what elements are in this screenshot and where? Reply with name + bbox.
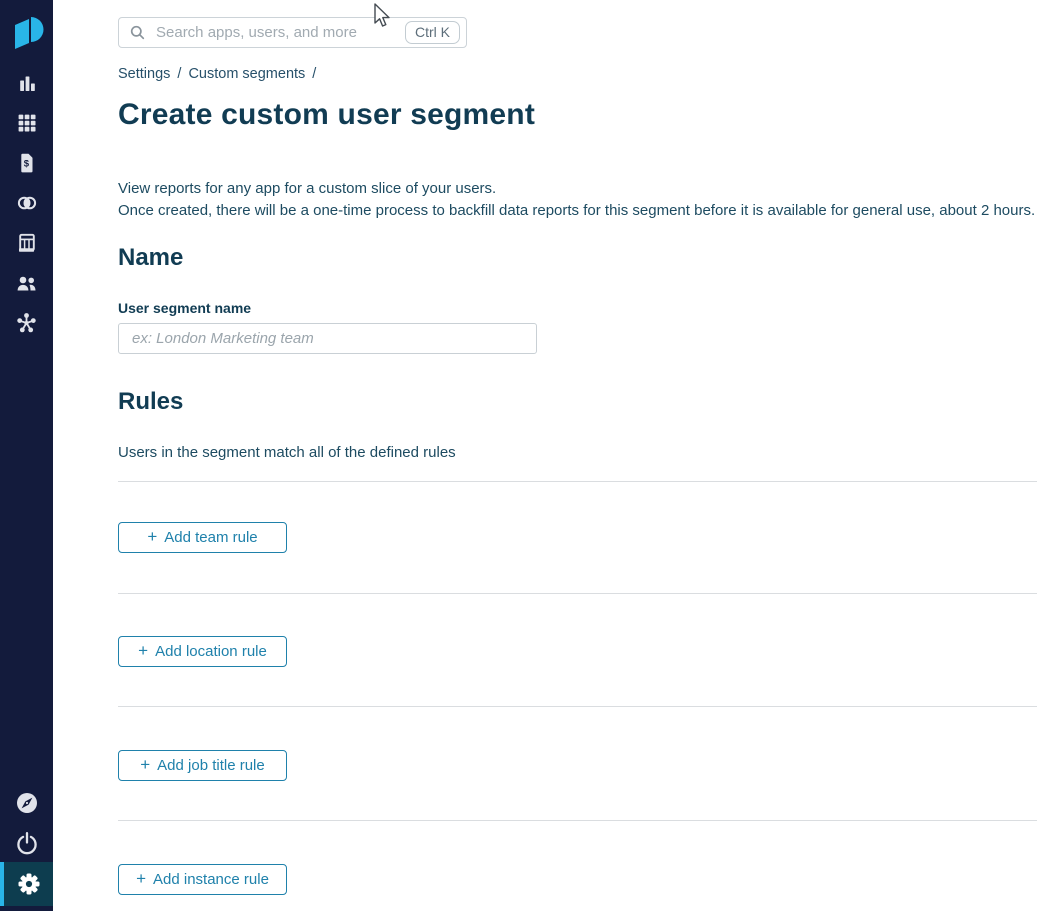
main-content: Ctrl K Settings / Custom segments / Crea… [53, 0, 1037, 911]
sidebar-item-explore[interactable] [0, 783, 53, 823]
venn-diagram-icon [17, 196, 36, 210]
users-icon [17, 276, 36, 291]
add-instance-rule-label: Add instance rule [153, 871, 269, 888]
search-shortcut-badge: Ctrl K [405, 21, 460, 44]
sidebar: $ [0, 0, 53, 911]
add-team-rule-label: Add team rule [164, 529, 258, 546]
apps-grid-icon [18, 114, 35, 132]
page-title: Create custom user segment [118, 98, 536, 131]
segment-name-input[interactable] [118, 323, 537, 354]
sidebar-item-apps[interactable] [0, 103, 53, 143]
rule-divider [118, 593, 1037, 594]
rule-divider [118, 481, 1037, 482]
rules-description: Users in the segment match all of the de… [118, 444, 456, 461]
add-location-rule-button[interactable]: + Add location rule [118, 636, 287, 667]
rules-section-heading: Rules [118, 388, 184, 415]
plus-icon: + [136, 868, 147, 888]
receipt-icon [18, 233, 35, 252]
compass-icon [16, 793, 37, 813]
global-search-bar[interactable]: Ctrl K [118, 17, 467, 48]
bar-chart-icon [19, 76, 35, 91]
sidebar-item-users[interactable] [0, 263, 53, 303]
plus-icon: + [140, 754, 151, 774]
breadcrumb-separator: / [312, 66, 317, 82]
add-location-rule-label: Add location rule [155, 643, 267, 660]
search-icon [130, 25, 145, 40]
rule-divider [118, 706, 1037, 707]
productiv-logo-icon [14, 17, 43, 49]
gear-icon [18, 873, 39, 895]
sidebar-item-settings[interactable] [0, 862, 53, 906]
breadcrumb-settings[interactable]: Settings [118, 66, 170, 82]
svg-text:$: $ [23, 159, 29, 170]
add-instance-rule-button[interactable]: + Add instance rule [118, 864, 287, 895]
breadcrumb: Settings / Custom segments / [118, 66, 316, 82]
add-job-title-rule-label: Add job title rule [157, 757, 265, 774]
breadcrumb-separator: / [177, 66, 182, 82]
sidebar-item-power[interactable] [0, 823, 53, 863]
sidebar-item-analytics[interactable] [0, 63, 53, 103]
page-description-line1: View reports for any app for a custom sl… [118, 180, 497, 197]
segment-name-label: User segment name [118, 300, 252, 316]
power-icon [16, 832, 37, 855]
breadcrumb-custom-segments[interactable]: Custom segments [188, 66, 305, 82]
sidebar-item-contracts[interactable] [0, 223, 53, 263]
page-description-line2: Once created, there will be a one-time p… [118, 201, 1036, 219]
sidebar-item-spend[interactable]: $ [0, 143, 53, 183]
plus-icon: + [138, 640, 149, 660]
sidebar-logo[interactable] [0, 8, 53, 56]
page-description: View reports for any app for a custom sl… [118, 178, 1035, 221]
add-job-title-rule-button[interactable]: + Add job title rule [118, 750, 287, 781]
add-team-rule-button[interactable]: + Add team rule [118, 522, 287, 553]
search-input[interactable] [154, 23, 405, 42]
sidebar-item-overlaps[interactable] [0, 183, 53, 223]
hub-icon [17, 313, 36, 333]
invoice-dollar-icon: $ [20, 153, 32, 173]
plus-icon: + [147, 526, 158, 546]
rule-divider [118, 820, 1037, 821]
name-section-heading: Name [118, 244, 184, 271]
sidebar-item-integrations[interactable] [0, 303, 53, 343]
